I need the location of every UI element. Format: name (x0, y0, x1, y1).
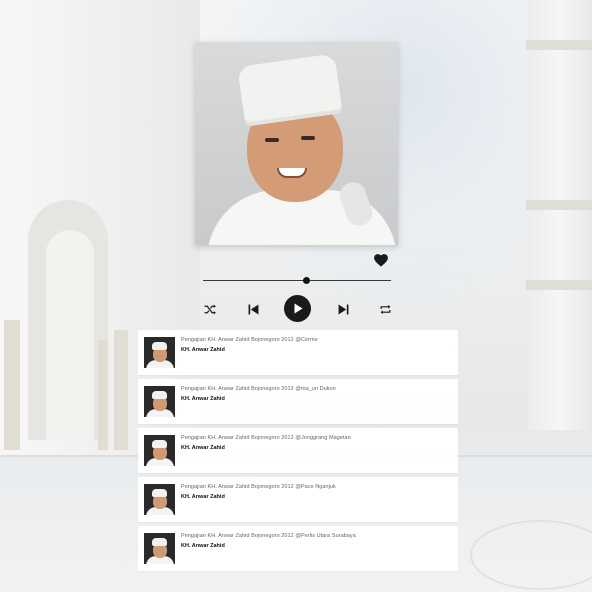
track-title: Pengajian KH. Anwar Zahid Bojonegoro 201… (181, 435, 351, 441)
track-thumbnail (144, 386, 175, 417)
playlist-item[interactable]: Pengajian KH. Anwar Zahid Bojonegoro 201… (138, 526, 458, 571)
track-artist: KH. Anwar Zahid (181, 347, 225, 353)
track-thumbnail (144, 533, 175, 564)
playlist-item[interactable]: Pengajian KH. Anwar Zahid Bojonegoro 201… (138, 428, 458, 473)
track-title: Pengajian KH. Anwar Zahid Bojonegoro 201… (181, 533, 356, 539)
background-column (114, 330, 128, 450)
track-thumbnail (144, 435, 175, 466)
play-button[interactable] (284, 295, 311, 322)
skip-next-icon (338, 304, 348, 314)
progress-track (203, 280, 391, 281)
repeat-button[interactable] (377, 301, 393, 317)
skip-previous-icon (248, 304, 258, 314)
album-cover-image (195, 42, 398, 245)
track-title: Pengajian KH. Anwar Zahid Bojonegoro 201… (181, 484, 336, 490)
shuffle-icon (204, 304, 216, 314)
playlist-item[interactable]: Pengajian KH. Anwar Zahid Bojonegoro 201… (138, 379, 458, 424)
play-icon (294, 303, 302, 314)
background-minaret-band (526, 200, 592, 210)
cover-eye (301, 136, 315, 140)
cover-eye (265, 138, 279, 142)
progress-knob[interactable] (302, 277, 310, 284)
background-minaret-band (526, 280, 592, 290)
track-artist: KH. Anwar Zahid (181, 543, 225, 549)
repeat-icon (380, 304, 390, 314)
track-thumbnail (144, 337, 175, 368)
background-arch-inner (46, 230, 94, 440)
playlist-item[interactable]: Pengajian KH. Anwar Zahid Bojonegoro 201… (138, 477, 458, 522)
track-artist: KH. Anwar Zahid (181, 445, 225, 451)
track-artist: KH. Anwar Zahid (181, 396, 225, 402)
shuffle-button[interactable] (202, 301, 218, 317)
track-thumbnail (144, 484, 175, 515)
background-minaret (528, 0, 592, 430)
playlist-item[interactable]: Pengajian KH. Anwar Zahid Bojonegoro 201… (138, 330, 458, 375)
previous-button[interactable] (245, 301, 261, 317)
track-artist: KH. Anwar Zahid (181, 494, 225, 500)
progress-slider[interactable] (203, 277, 391, 285)
background-minaret-band (526, 40, 592, 50)
heart-icon[interactable] (373, 252, 389, 268)
background-column (98, 340, 108, 450)
track-title: Pengajian KH. Anwar Zahid Bojonegoro 201… (181, 337, 318, 343)
next-button[interactable] (335, 301, 351, 317)
background-column (4, 320, 20, 450)
track-title: Pengajian KH. Anwar Zahid Bojonegoro 201… (181, 386, 336, 392)
playlist: Pengajian KH. Anwar Zahid Bojonegoro 201… (138, 330, 458, 575)
